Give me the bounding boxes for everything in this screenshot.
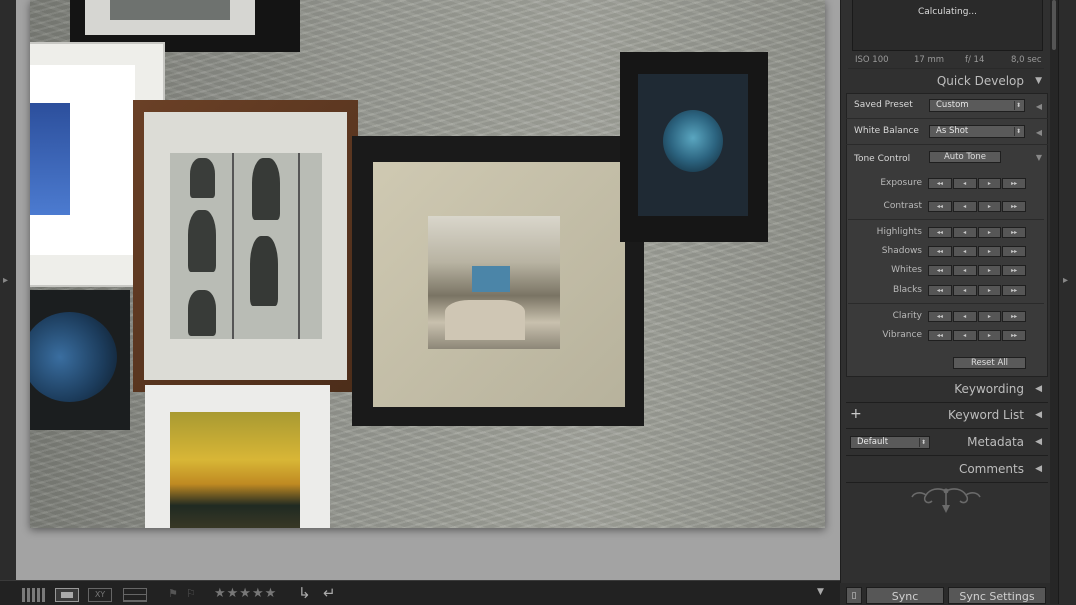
left-panel-arrow-icon: ▸ bbox=[3, 275, 9, 286]
reject-flag-icon[interactable]: ⚐ bbox=[186, 587, 196, 601]
comments-title: Comments bbox=[958, 462, 1024, 476]
keywording-title: Keywording bbox=[954, 382, 1024, 396]
spinner-icon: ⬍ bbox=[919, 438, 927, 447]
quick-develop-header[interactable]: Quick Develop ▼ bbox=[846, 70, 1048, 95]
whites-label: Whites bbox=[891, 265, 922, 275]
loupe-view-icon[interactable] bbox=[55, 588, 79, 602]
keyword-list-header[interactable]: + Keyword List ◀ bbox=[846, 404, 1048, 429]
aperture: f/ 14 bbox=[965, 55, 985, 65]
collapse-triangle-icon: ◀ bbox=[1035, 410, 1042, 420]
survey-view-icon[interactable] bbox=[123, 588, 147, 602]
sync-button[interactable]: Sync bbox=[866, 587, 944, 604]
right-panel-arrow-icon: ▸ bbox=[1063, 275, 1069, 286]
collapse-triangle-icon[interactable]: ◀ bbox=[1036, 128, 1042, 137]
vibrance-buttons[interactable]: ◂◂ ◂ ▸ ▸▸ bbox=[928, 330, 1026, 341]
histogram: Calculating... bbox=[852, 0, 1043, 51]
expand-triangle-icon[interactable]: ▼ bbox=[1036, 153, 1042, 162]
left-panel-toggle[interactable]: ▸ bbox=[0, 0, 16, 580]
contrast-label: Contrast bbox=[883, 201, 922, 211]
whites-buttons[interactable]: ◂◂ ◂ ▸ ▸▸ bbox=[928, 265, 1026, 276]
tone-control-row: Tone Control Auto Tone ▼ bbox=[846, 146, 1048, 170]
rotate-right-icon[interactable]: ↵ bbox=[323, 584, 336, 602]
compare-view-icon[interactable]: XY bbox=[88, 588, 112, 602]
collapse-triangle-icon: ◀ bbox=[1035, 437, 1042, 447]
contrast-buttons[interactable]: ◂◂ ◂ ▸ ▸▸ bbox=[928, 201, 1026, 212]
comments-header[interactable]: Comments ◀ bbox=[846, 458, 1048, 483]
metadata-preset-select[interactable]: Default ⬍ bbox=[850, 436, 930, 449]
saved-preset-row: Saved Preset Custom ⬍ ◀ bbox=[846, 94, 1048, 119]
auto-tone-button[interactable]: Auto Tone bbox=[929, 151, 1001, 163]
white-balance-value: As Shot bbox=[936, 126, 969, 136]
expand-triangle-icon: ▼ bbox=[1035, 76, 1042, 86]
iso-value: ISO 100 bbox=[855, 55, 889, 65]
sync-toggle-icon[interactable]: ▯ bbox=[846, 587, 862, 604]
toolbar-menu-icon[interactable]: ▼ bbox=[817, 587, 824, 601]
white-balance-select[interactable]: As Shot ⬍ bbox=[929, 125, 1025, 138]
scroll-thumb[interactable] bbox=[1052, 0, 1056, 50]
ornament-icon bbox=[911, 488, 981, 513]
clarity-buttons[interactable]: ◂◂ ◂ ▸ ▸▸ bbox=[928, 311, 1026, 322]
saved-preset-label: Saved Preset bbox=[854, 100, 913, 110]
metadata-title: Metadata bbox=[967, 435, 1024, 449]
highlights-label: Highlights bbox=[876, 227, 922, 237]
white-balance-label: White Balance bbox=[854, 126, 919, 136]
keyword-list-title: Keyword List bbox=[947, 408, 1024, 422]
collapse-triangle-icon[interactable]: ◀ bbox=[1036, 102, 1042, 111]
flag-icon[interactable]: ⚑ bbox=[168, 587, 178, 601]
metadata-preset-value: Default bbox=[857, 437, 889, 447]
exposure-buttons[interactable]: ◂◂ ◂ ▸ ▸▸ bbox=[928, 178, 1026, 189]
collapse-triangle-icon: ◀ bbox=[1035, 384, 1042, 394]
grid-view-icon[interactable] bbox=[22, 588, 46, 602]
collapse-triangle-icon: ◀ bbox=[1035, 464, 1042, 474]
blacks-label: Blacks bbox=[892, 285, 922, 295]
spinner-icon: ⬍ bbox=[1014, 101, 1022, 110]
metadata-header[interactable]: Default ⬍ Metadata ◀ bbox=[846, 431, 1048, 456]
saved-preset-value: Custom bbox=[936, 100, 969, 110]
add-keyword-button[interactable]: + bbox=[850, 406, 862, 422]
histogram-status: Calculating... bbox=[918, 7, 977, 17]
rotate-left-icon[interactable]: ↳ bbox=[298, 584, 311, 602]
shadows-label: Shadows bbox=[881, 246, 922, 256]
sync-settings-button[interactable]: Sync Settings bbox=[948, 587, 1046, 604]
highlights-buttons[interactable]: ◂◂ ◂ ▸ ▸▸ bbox=[928, 227, 1026, 238]
blacks-buttons[interactable]: ◂◂ ◂ ▸ ▸▸ bbox=[928, 285, 1026, 296]
main-photo[interactable] bbox=[30, 0, 825, 528]
reset-all-button[interactable]: Reset All bbox=[953, 357, 1026, 369]
exposure-label: Exposure bbox=[880, 178, 922, 188]
right-panel-scrollbar[interactable] bbox=[1050, 0, 1058, 604]
keywording-header[interactable]: Keywording ◀ bbox=[846, 378, 1048, 403]
vibrance-label: Vibrance bbox=[882, 330, 922, 340]
clarity-label: Clarity bbox=[892, 311, 922, 321]
focal-length: 17 mm bbox=[914, 55, 945, 65]
shadows-buttons[interactable]: ◂◂ ◂ ▸ ▸▸ bbox=[928, 246, 1026, 257]
white-balance-row: White Balance As Shot ⬍ ◀ bbox=[846, 120, 1048, 145]
shutter-speed: 8,0 sec bbox=[1011, 55, 1042, 65]
tone-control-label: Tone Control bbox=[854, 154, 911, 164]
quick-develop-title: Quick Develop bbox=[936, 74, 1024, 88]
right-panel-toggle[interactable]: ▸ bbox=[1058, 0, 1076, 604]
star-rating[interactable]: ★★★★★ bbox=[214, 586, 277, 601]
saved-preset-select[interactable]: Custom ⬍ bbox=[929, 99, 1025, 112]
spinner-icon: ⬍ bbox=[1014, 127, 1022, 136]
loupe-canvas bbox=[16, 0, 840, 580]
toolbar: XY ⚑ ⚐ ★★★★★ ↳ ↵ ▼ bbox=[0, 580, 840, 605]
